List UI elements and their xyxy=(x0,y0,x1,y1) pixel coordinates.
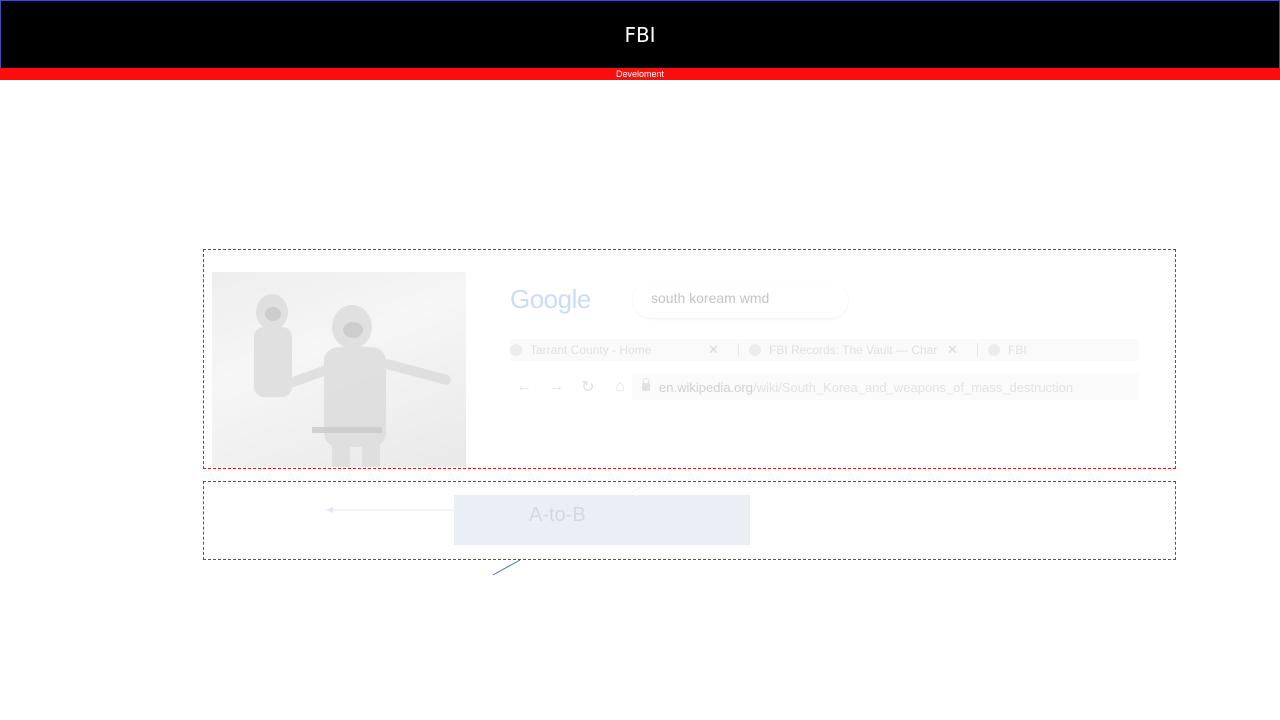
search-query: south koream wmd xyxy=(651,290,770,306)
tab-label: FBI xyxy=(1008,343,1027,357)
address-bar[interactable]: en.wikipedia.org /wiki/South_Korea_and_w… xyxy=(632,374,1139,400)
url-path: /wiki/South_Korea_and_weapons_of_mass_de… xyxy=(752,379,1074,395)
tab-fbi-vault[interactable]: FBI Records: The Vault — Charle ✕ xyxy=(749,339,967,361)
clock-icon xyxy=(749,344,761,356)
a-to-b-node: A-to-B xyxy=(454,495,750,545)
lock-icon xyxy=(642,378,650,391)
tab-divider xyxy=(738,343,739,357)
search-input[interactable]: south koream wmd xyxy=(633,282,848,318)
page-icon xyxy=(510,344,522,356)
tab-divider xyxy=(977,343,978,357)
status-label: Develoment xyxy=(615,69,665,79)
back-arrow-icon[interactable]: ← xyxy=(508,378,540,396)
tab-label: Tarrant County - Home xyxy=(530,343,652,357)
url-host: en.wikipedia.org xyxy=(659,379,753,395)
title-bar: FBI xyxy=(0,0,1280,68)
close-icon[interactable]: ✕ xyxy=(708,342,719,358)
reload-icon[interactable]: ↻ xyxy=(572,377,604,397)
browser-navbar: ← → ↻ ⌂ en.wikipedia.org /wiki/South_Kor… xyxy=(508,374,1139,400)
status-bar: Develoment xyxy=(0,68,1280,80)
globe-icon xyxy=(988,344,1000,356)
hazmat-photo xyxy=(212,272,466,467)
google-logo-text: Google xyxy=(510,284,591,314)
connector-line xyxy=(492,559,521,576)
node-label: A-to-B xyxy=(529,504,586,526)
tab-fbi[interactable]: FBI xyxy=(988,339,1027,361)
page-title: FBI xyxy=(624,22,656,47)
browser-tabstrip: Tarrant County - Home ✕ FBI Records: The… xyxy=(510,339,1139,361)
forward-arrow-icon[interactable]: → xyxy=(540,378,572,396)
google-logo: Google xyxy=(510,284,591,315)
tab-tarrant-county[interactable]: Tarrant County - Home ✕ xyxy=(510,339,728,361)
close-icon[interactable]: ✕ xyxy=(947,342,958,358)
tab-label: FBI Records: The Vault — Charle xyxy=(769,343,937,357)
